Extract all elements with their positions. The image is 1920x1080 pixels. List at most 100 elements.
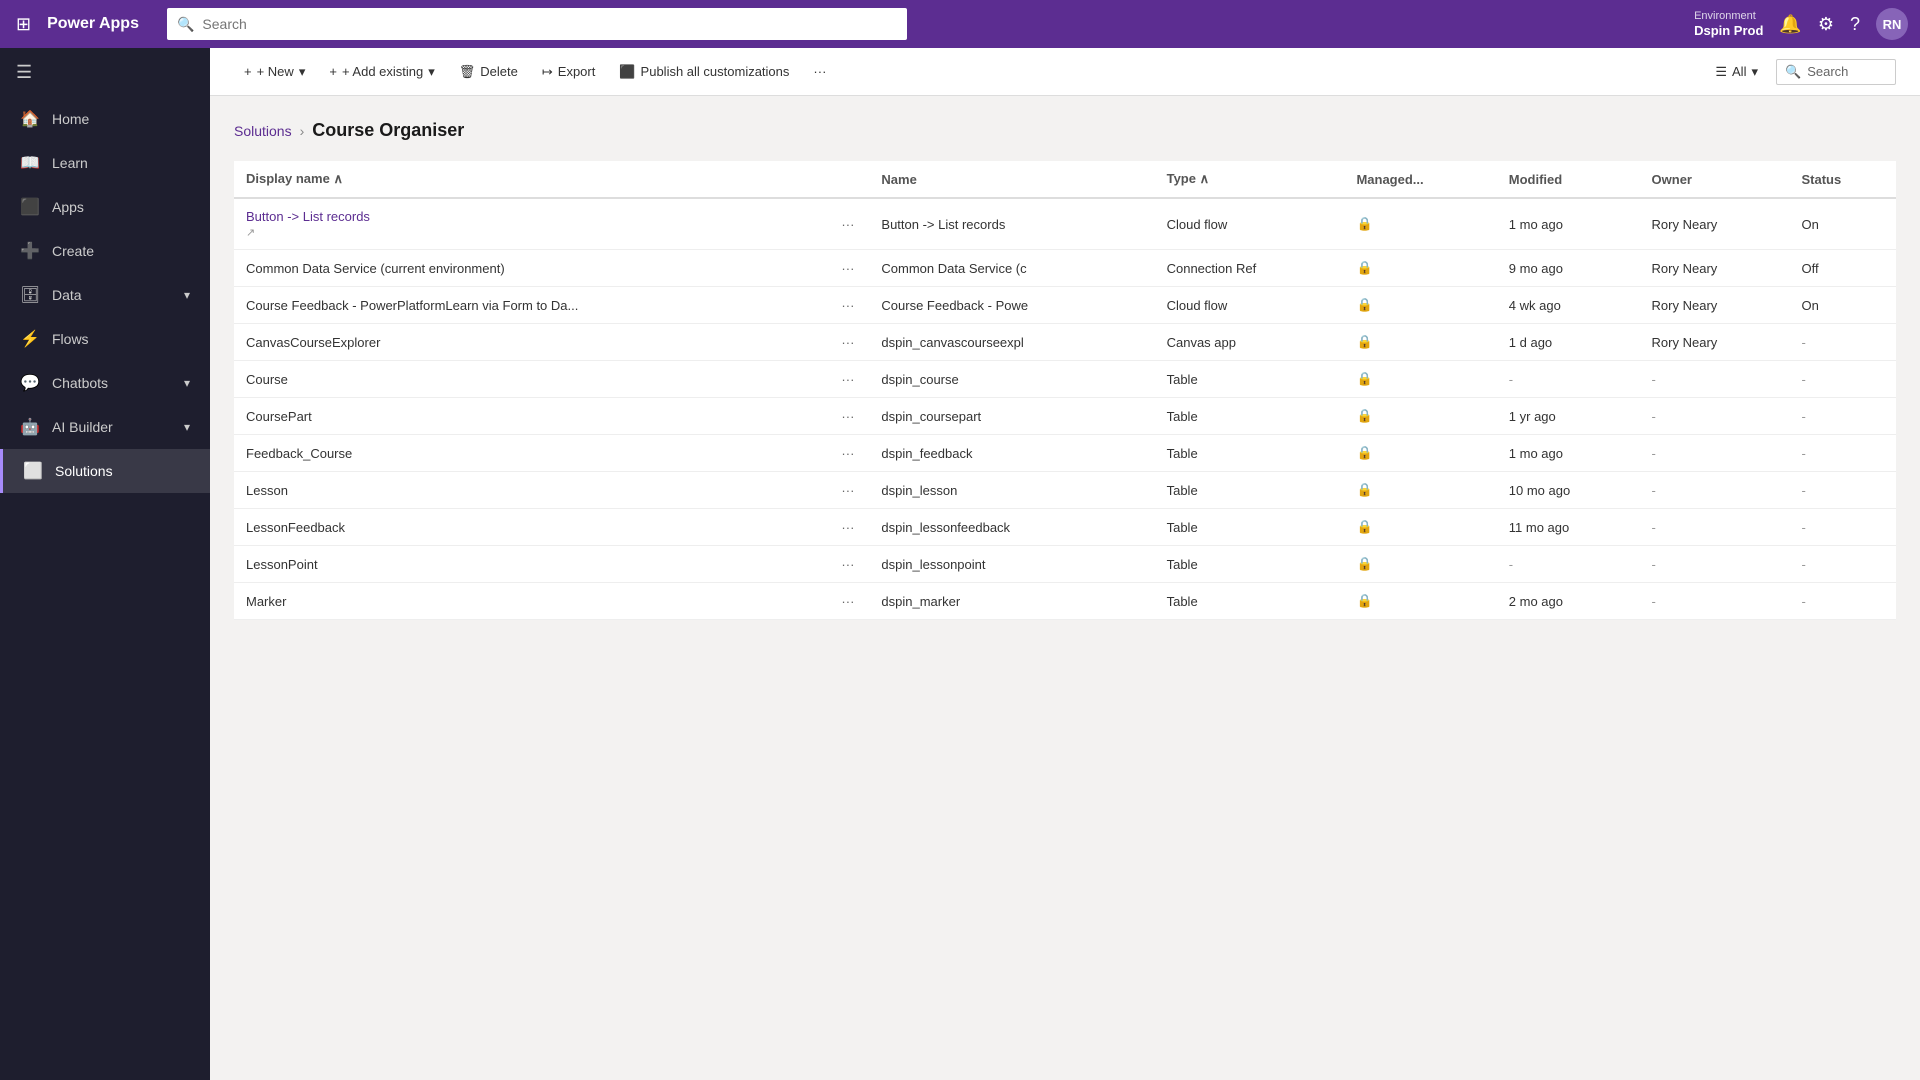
sidebar-item-chatbots[interactable]: 💬 Chatbots ▾ <box>0 361 210 405</box>
cell-row-actions[interactable]: ··· <box>829 546 869 583</box>
breadcrumb-parent-link[interactable]: Solutions <box>234 123 292 139</box>
cell-owner: - <box>1640 472 1790 509</box>
cell-managed: 🔒 <box>1344 509 1496 546</box>
page-body: Solutions › Course Organiser Display nam… <box>210 96 1920 1080</box>
cell-managed: 🔒 <box>1344 361 1496 398</box>
col-header-type[interactable]: Type ∧ <box>1155 161 1345 198</box>
sidebar-toggle-button[interactable]: ☰ <box>0 48 210 97</box>
cell-modified: 10 mo ago <box>1497 472 1640 509</box>
search-icon: 🔍 <box>177 16 194 33</box>
cell-owner: Rory Neary <box>1640 324 1790 361</box>
col-header-display-name[interactable]: Display name ∧ <box>234 161 829 198</box>
global-search-input[interactable] <box>202 16 897 32</box>
sidebar-item-ai-builder[interactable]: 🤖 AI Builder ▾ <box>0 405 210 449</box>
table-row: Course Feedback - PowerPlatformLearn via… <box>234 287 1896 324</box>
cell-type: Table <box>1155 583 1345 620</box>
cell-managed: 🔒 <box>1344 250 1496 287</box>
col-header-modified[interactable]: Modified <box>1497 161 1640 198</box>
cell-modified: - <box>1497 546 1640 583</box>
publish-all-button[interactable]: ⬛ Publish all customizations <box>609 58 799 86</box>
col-header-managed[interactable]: Managed... <box>1344 161 1496 198</box>
cell-display-name: CanvasCourseExplorer <box>234 324 829 361</box>
new-icon: + <box>244 64 252 79</box>
solutions-icon: ⬜ <box>23 461 43 481</box>
notifications-icon[interactable]: 🔔 <box>1779 14 1801 35</box>
sort-icon: ∧ <box>333 171 343 186</box>
flows-icon: ⚡ <box>20 329 40 349</box>
settings-icon[interactable]: ⚙ <box>1818 14 1834 35</box>
cell-row-actions[interactable]: ··· <box>829 324 869 361</box>
sidebar-item-chatbots-label: Chatbots <box>52 375 108 391</box>
sidebar-item-learn[interactable]: 📖 Learn <box>0 141 210 185</box>
cell-name: Common Data Service (c <box>869 250 1154 287</box>
new-chevron-icon: ▾ <box>299 64 306 80</box>
sidebar-item-data[interactable]: 🗄 Data ▾ <box>0 273 210 317</box>
app-logo: Power Apps <box>47 15 139 33</box>
col-header-status[interactable]: Status <box>1789 161 1896 198</box>
sidebar-item-learn-label: Learn <box>52 155 88 171</box>
cell-type: Table <box>1155 546 1345 583</box>
cell-name: dspin_lesson <box>869 472 1154 509</box>
type-sort-icon: ∧ <box>1200 171 1210 186</box>
data-chevron-icon: ▾ <box>184 288 190 302</box>
cell-managed: 🔒 <box>1344 472 1496 509</box>
sidebar-item-create[interactable]: ➕ Create <box>0 229 210 273</box>
sidebar-item-flows-label: Flows <box>52 331 89 347</box>
cell-name: Button -> List records <box>869 198 1154 250</box>
cell-managed: 🔒 <box>1344 546 1496 583</box>
breadcrumb-separator: › <box>300 123 305 139</box>
cell-managed: 🔒 <box>1344 435 1496 472</box>
cell-type: Cloud flow <box>1155 198 1345 250</box>
waffle-menu-icon[interactable]: ⊞ <box>12 10 35 39</box>
cell-type: Connection Ref <box>1155 250 1345 287</box>
cell-row-actions[interactable]: ··· <box>829 509 869 546</box>
cell-display-name: Marker <box>234 583 829 620</box>
table-header: Display name ∧ Name Type ∧ Managed... Mo… <box>234 161 1896 198</box>
help-icon[interactable]: ? <box>1850 14 1860 35</box>
sidebar-item-solutions[interactable]: ⬜ Solutions <box>0 449 210 493</box>
user-avatar[interactable]: RN <box>1876 8 1908 40</box>
sidebar-item-flows[interactable]: ⚡ Flows <box>0 317 210 361</box>
more-actions-button[interactable]: ··· <box>803 58 836 85</box>
cell-status: - <box>1789 546 1896 583</box>
delete-icon: 🗑 <box>459 64 476 80</box>
cell-managed: 🔒 <box>1344 583 1496 620</box>
environment-selector[interactable]: Environment Dspin Prod <box>1694 10 1763 39</box>
table-row: CanvasCourseExplorer···dspin_canvascours… <box>234 324 1896 361</box>
col-header-owner[interactable]: Owner <box>1640 161 1790 198</box>
cell-row-actions[interactable]: ··· <box>829 287 869 324</box>
cell-modified: 11 mo ago <box>1497 509 1640 546</box>
cell-display-name: Common Data Service (current environment… <box>234 250 829 287</box>
col-header-name[interactable]: Name <box>869 161 1154 198</box>
cell-name: dspin_lessonfeedback <box>869 509 1154 546</box>
table-row: CoursePart···dspin_coursepartTable🔒1 yr … <box>234 398 1896 435</box>
delete-button[interactable]: 🗑 Delete <box>449 58 528 86</box>
filter-all-button[interactable]: ☰ All ▾ <box>1705 59 1768 85</box>
sidebar-item-home[interactable]: 🏠 Home <box>0 97 210 141</box>
table-row: Lesson···dspin_lessonTable🔒10 mo ago-- <box>234 472 1896 509</box>
cell-row-actions[interactable]: ··· <box>829 398 869 435</box>
cell-type: Table <box>1155 472 1345 509</box>
cell-row-actions[interactable]: ··· <box>829 361 869 398</box>
new-button[interactable]: + + New ▾ <box>234 58 315 86</box>
cell-row-actions[interactable]: ··· <box>829 250 869 287</box>
cell-row-actions[interactable]: ··· <box>829 472 869 509</box>
global-search-box[interactable]: 🔍 <box>167 8 907 40</box>
cell-status: - <box>1789 583 1896 620</box>
main-layout: ☰ 🏠 Home 📖 Learn ⬛ Apps ➕ Create 🗄 Data … <box>0 48 1920 1080</box>
cell-name: dspin_marker <box>869 583 1154 620</box>
solutions-table: Display name ∧ Name Type ∧ Managed... Mo… <box>234 161 1896 620</box>
cell-row-actions[interactable]: ··· <box>829 198 869 250</box>
sidebar-item-solutions-label: Solutions <box>55 463 113 479</box>
sidebar-item-apps[interactable]: ⬛ Apps <box>0 185 210 229</box>
add-existing-button[interactable]: + + Add existing ▾ <box>319 58 444 86</box>
cell-row-actions[interactable]: ··· <box>829 435 869 472</box>
inline-search-box[interactable]: 🔍 Search <box>1776 59 1896 85</box>
display-name-link[interactable]: Button -> List records <box>246 209 817 224</box>
table-row: LessonPoint···dspin_lessonpointTable🔒--- <box>234 546 1896 583</box>
sidebar-item-data-label: Data <box>52 287 82 303</box>
cell-owner: Rory Neary <box>1640 287 1790 324</box>
cell-row-actions[interactable]: ··· <box>829 583 869 620</box>
cell-name: dspin_lessonpoint <box>869 546 1154 583</box>
export-button[interactable]: ↦ Export <box>532 58 605 86</box>
